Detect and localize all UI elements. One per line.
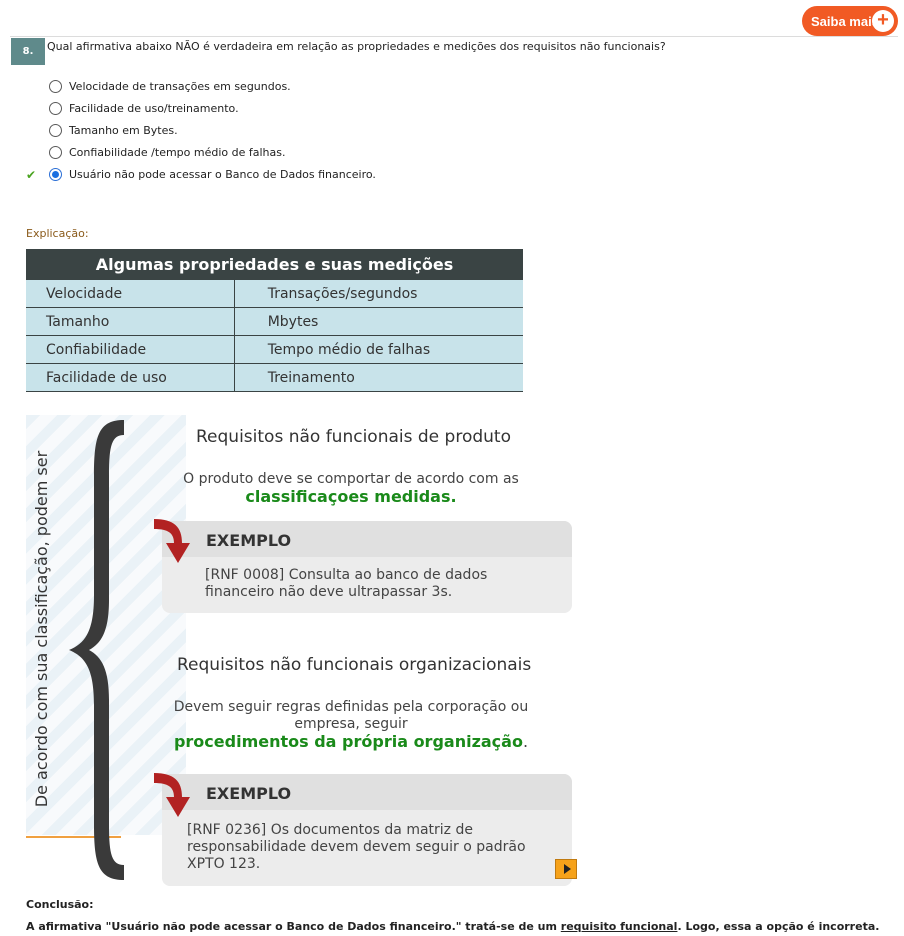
example-text: [RNF 0008] Consulta ao banco de dados fi… (205, 567, 487, 601)
option-label: Facilidade de uso/treinamento. (69, 102, 239, 115)
measure-cell: Mbytes (233, 307, 523, 336)
org-desc-line: empresa, seguir (294, 716, 408, 732)
table-row: Velocidade Transações/segundos (26, 280, 523, 308)
measure-cell: Treinamento (233, 363, 523, 392)
example-line: financeiro não deve ultrapassar 3s. (205, 584, 453, 600)
example-line: responsabilidade devem devem seguir o pa… (187, 839, 526, 855)
conclusion-title: Conclusão: (26, 898, 94, 911)
properties-table: Algumas propriedades e suas medições Vel… (26, 249, 523, 392)
option-label: Confiabilidade /tempo médio de falhas. (69, 146, 286, 159)
radio-button-selected[interactable] (49, 168, 62, 181)
measure-cell: Tempo médio de falhas (233, 335, 523, 364)
product-example-box: EXEMPLO [RNF 0008] Consulta ao banco de … (162, 521, 572, 613)
plus-icon: + (872, 10, 894, 32)
table-row: Confiabilidade Tempo médio de falhas (26, 335, 523, 364)
property-cell: Facilidade de uso (26, 363, 235, 392)
org-desc-line: Devem seguir regras definidas pela corpo… (173, 699, 529, 715)
example-line: [RNF 0236] Os documentos da matriz de (187, 822, 473, 838)
org-highlight: procedimentos da própria organização (173, 732, 523, 751)
answer-option[interactable]: Facilidade de uso/treinamento. (24, 101, 424, 117)
radio-button[interactable] (49, 146, 62, 159)
org-highlight-suffix: . (522, 732, 529, 751)
radio-button[interactable] (49, 102, 62, 115)
question-number-badge: 8. (11, 38, 45, 65)
table-title: Algumas propriedades e suas medições (26, 249, 523, 280)
answer-option[interactable]: Velocidade de transações em segundos. (24, 79, 424, 95)
example-line: [RNF 0008] Consulta ao banco de dados (205, 567, 488, 583)
example-text: [RNF 0236] Os documentos da matriz de re… (187, 822, 526, 873)
property-cell: Confiabilidade (26, 335, 235, 364)
curly-brace-icon (69, 420, 124, 880)
requirements-diagram: De acordo com sua classificação, podem s… (26, 415, 578, 887)
measure-cell: Transações/segundos (233, 280, 523, 308)
product-description: O produto deve se comportar de acordo co… (176, 471, 526, 507)
property-cell: Tamanho (26, 307, 235, 336)
down-arrow-icon (154, 519, 190, 563)
product-highlight: classificaçoes medidas. (245, 487, 457, 506)
divider (10, 36, 898, 37)
conclusion-before: A afirmativa "Usuário não pode acessar o… (26, 920, 561, 933)
example-title: EXEMPLO (206, 531, 292, 550)
answer-option[interactable]: Tamanho em Bytes. (24, 123, 424, 139)
option-label: Velocidade de transações em segundos. (69, 80, 291, 93)
table-row: Tamanho Mbytes (26, 307, 523, 336)
checkmark-icon: ✔ (26, 168, 37, 182)
conclusion-link: requisito funcional (560, 920, 678, 933)
explanation-label: Explicação: (26, 227, 89, 240)
property-cell: Velocidade (26, 280, 235, 308)
product-desc-text: O produto deve se comportar de acordo co… (183, 471, 519, 487)
organizational-section-title: Requisitos não funcionais organizacionai… (177, 655, 532, 675)
down-arrow-icon (154, 773, 190, 817)
radio-button[interactable] (49, 80, 62, 93)
saiba-mais-label: Saiba mais (811, 13, 879, 29)
table-row: Facilidade de uso Treinamento (26, 363, 523, 392)
answer-option[interactable]: Confiabilidade /tempo médio de falhas. (24, 145, 424, 161)
next-arrow-button[interactable] (555, 859, 577, 879)
conclusion-after: . Logo, essa a opção é incorreta. (677, 920, 880, 933)
example-title: EXEMPLO (206, 784, 292, 803)
example-line: XPTO 123. (187, 856, 261, 872)
radio-button[interactable] (49, 124, 62, 137)
conclusion-text: A afirmativa "Usuário não pode acessar o… (26, 920, 879, 933)
product-section-title: Requisitos não funcionais de produto (196, 427, 511, 447)
answer-option[interactable]: ✔ Usuário não pode acessar o Banco de Da… (24, 167, 424, 183)
option-label: Tamanho em Bytes. (69, 124, 178, 137)
option-label: Usuário não pode acessar o Banco de Dado… (69, 168, 376, 181)
vertical-caption: De acordo com sua classificação, podem s… (32, 450, 51, 808)
organizational-example-box: EXEMPLO [RNF 0236] Os documentos da matr… (162, 774, 572, 886)
saiba-mais-button[interactable]: Saiba mais + (802, 6, 898, 36)
question-text: Qual afirmativa abaixo NÃO é verdadeira … (47, 40, 666, 53)
organizational-description: Devem seguir regras definidas pela corpo… (166, 699, 536, 752)
